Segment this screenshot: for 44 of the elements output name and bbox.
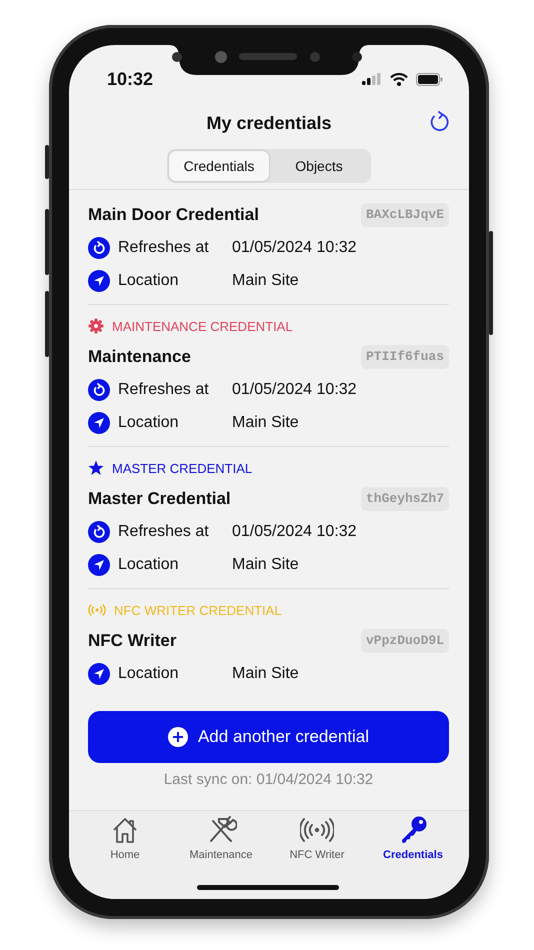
detail-value: 01/05/2024 10:32 [232, 522, 357, 542]
detail-label: Location [118, 664, 180, 684]
category-label: MASTER CREDENTIAL [112, 460, 252, 478]
credential-code: PTIIf6fuas [360, 345, 449, 368]
signal-icon [362, 73, 382, 85]
detail-value: Main Site [232, 664, 299, 684]
detail-label: Refreshes at [118, 522, 210, 542]
detail-label: Refreshes at [118, 238, 210, 258]
screen-title: My credentials [206, 112, 332, 135]
plus-icon [168, 726, 188, 746]
detail-value: Main Site [232, 555, 299, 575]
detail-value: Main Site [232, 413, 299, 433]
last-sync-text: Last sync on: 01/04/2024 10:32 [162, 770, 374, 790]
category-label: NFC WRITER CREDENTIAL [114, 602, 282, 620]
tab-bar-item[interactable]: Maintenance [173, 815, 269, 867]
refresh-icon [88, 379, 110, 401]
category-label: MAINTENANCE CREDENTIAL [112, 318, 293, 336]
detail-value: Main Site [232, 271, 299, 291]
refresh-icon[interactable] [429, 111, 451, 133]
detail-label: Location [118, 413, 180, 433]
detail-label: Refreshes at [118, 380, 210, 400]
signal-waves-icon [300, 815, 334, 845]
detail-label: Location [118, 555, 180, 575]
credential-title: NFC Writer [88, 630, 176, 652]
tab-bar-item[interactable]: NFC Writer [269, 815, 365, 867]
tab-bar-item[interactable]: Credentials [365, 815, 461, 867]
refresh-icon [88, 237, 110, 259]
battery-icon [416, 72, 443, 86]
credential-title: Maintenance [88, 346, 191, 368]
refresh-icon [88, 521, 110, 543]
status-time: 10:32 [107, 68, 154, 90]
credential-title: Master Credential [88, 488, 231, 510]
detail-label: Location [118, 271, 180, 291]
segment-tab[interactable]: Credentials [169, 151, 269, 181]
credential-title: Main Door Credential [88, 204, 259, 226]
segment-tab[interactable]: Objects [269, 151, 369, 181]
wifi-icon [390, 72, 408, 86]
credential-code: BAXcLBJqvE [360, 203, 449, 226]
detail-value: 01/05/2024 10:32 [232, 380, 357, 400]
credential-code: vPpzDuoD9L [360, 629, 449, 652]
detail-value: 01/05/2024 10:32 [232, 238, 357, 258]
credential-code: thGeyhsZh7 [360, 487, 449, 510]
add-credential-button[interactable]: Add another credential [88, 710, 449, 762]
tab-bar-item[interactable]: Home [77, 815, 173, 867]
